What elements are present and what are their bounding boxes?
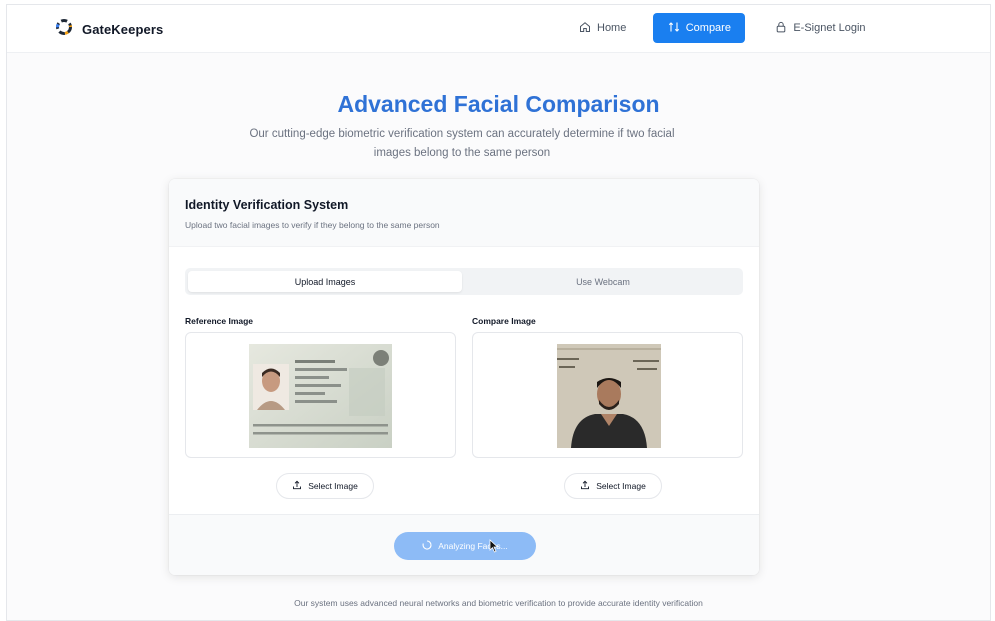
brand-name: GateKeepers xyxy=(82,22,164,37)
home-icon xyxy=(579,21,591,36)
analyze-faces-button[interactable]: Analyzing Faces... xyxy=(394,532,536,560)
compare-select-image-button[interactable]: Select Image xyxy=(564,473,662,499)
nav-home[interactable]: Home xyxy=(567,13,638,43)
brand-logo-icon xyxy=(55,18,73,41)
nav-compare-label: Compare xyxy=(685,22,731,34)
nav-home-label: Home xyxy=(597,22,627,34)
lock-icon xyxy=(775,21,787,36)
compare-image-label: Compare Image xyxy=(472,316,536,326)
reference-passport-image xyxy=(249,344,392,448)
verification-card: Identity Verification System Upload two … xyxy=(169,179,759,575)
nav-esignet-label: E-Signet Login xyxy=(793,22,866,34)
reference-select-image-button[interactable]: Select Image xyxy=(276,473,374,499)
page-title: Advanced Facial Comparison xyxy=(337,91,660,117)
card-header: Identity Verification System Upload two … xyxy=(169,179,759,247)
nav-esignet-login[interactable]: E-Signet Login xyxy=(763,13,877,43)
card-description: Upload two facial images to verify if th… xyxy=(185,220,440,230)
tab-upload-images[interactable]: Upload Images xyxy=(188,271,462,292)
mode-tabs: Upload Images Use Webcam xyxy=(185,268,743,295)
card-footer: Analyzing Faces... xyxy=(169,514,759,575)
card-title: Identity Verification System xyxy=(185,198,349,212)
compare-arrows-icon xyxy=(668,21,680,36)
page-subtitle: Our cutting-edge biometric verification … xyxy=(249,128,675,159)
compare-image-dropzone[interactable] xyxy=(472,332,743,458)
compare-select-image-label: Select Image xyxy=(596,481,646,491)
upload-icon xyxy=(292,480,302,492)
browser-viewport: GateKeepers Home Compare E-Signet Login xyxy=(6,4,991,621)
brand[interactable]: GateKeepers xyxy=(55,18,163,41)
reference-select-image-label: Select Image xyxy=(308,481,358,491)
main-nav: Home Compare E-Signet Login xyxy=(567,13,878,43)
footer-note: Our system uses advanced neural networks… xyxy=(294,598,703,608)
reference-image-label: Reference Image xyxy=(185,316,254,326)
top-navbar: GateKeepers Home Compare E-Signet Login xyxy=(7,5,990,53)
nav-compare[interactable]: Compare xyxy=(653,13,746,43)
tab-use-webcam[interactable]: Use Webcam xyxy=(466,271,740,292)
reference-image-dropzone[interactable] xyxy=(185,332,456,458)
loading-spinner-icon xyxy=(422,540,432,552)
compare-person-image xyxy=(557,344,661,448)
upload-icon xyxy=(580,480,590,492)
mouse-cursor-icon xyxy=(489,539,499,553)
